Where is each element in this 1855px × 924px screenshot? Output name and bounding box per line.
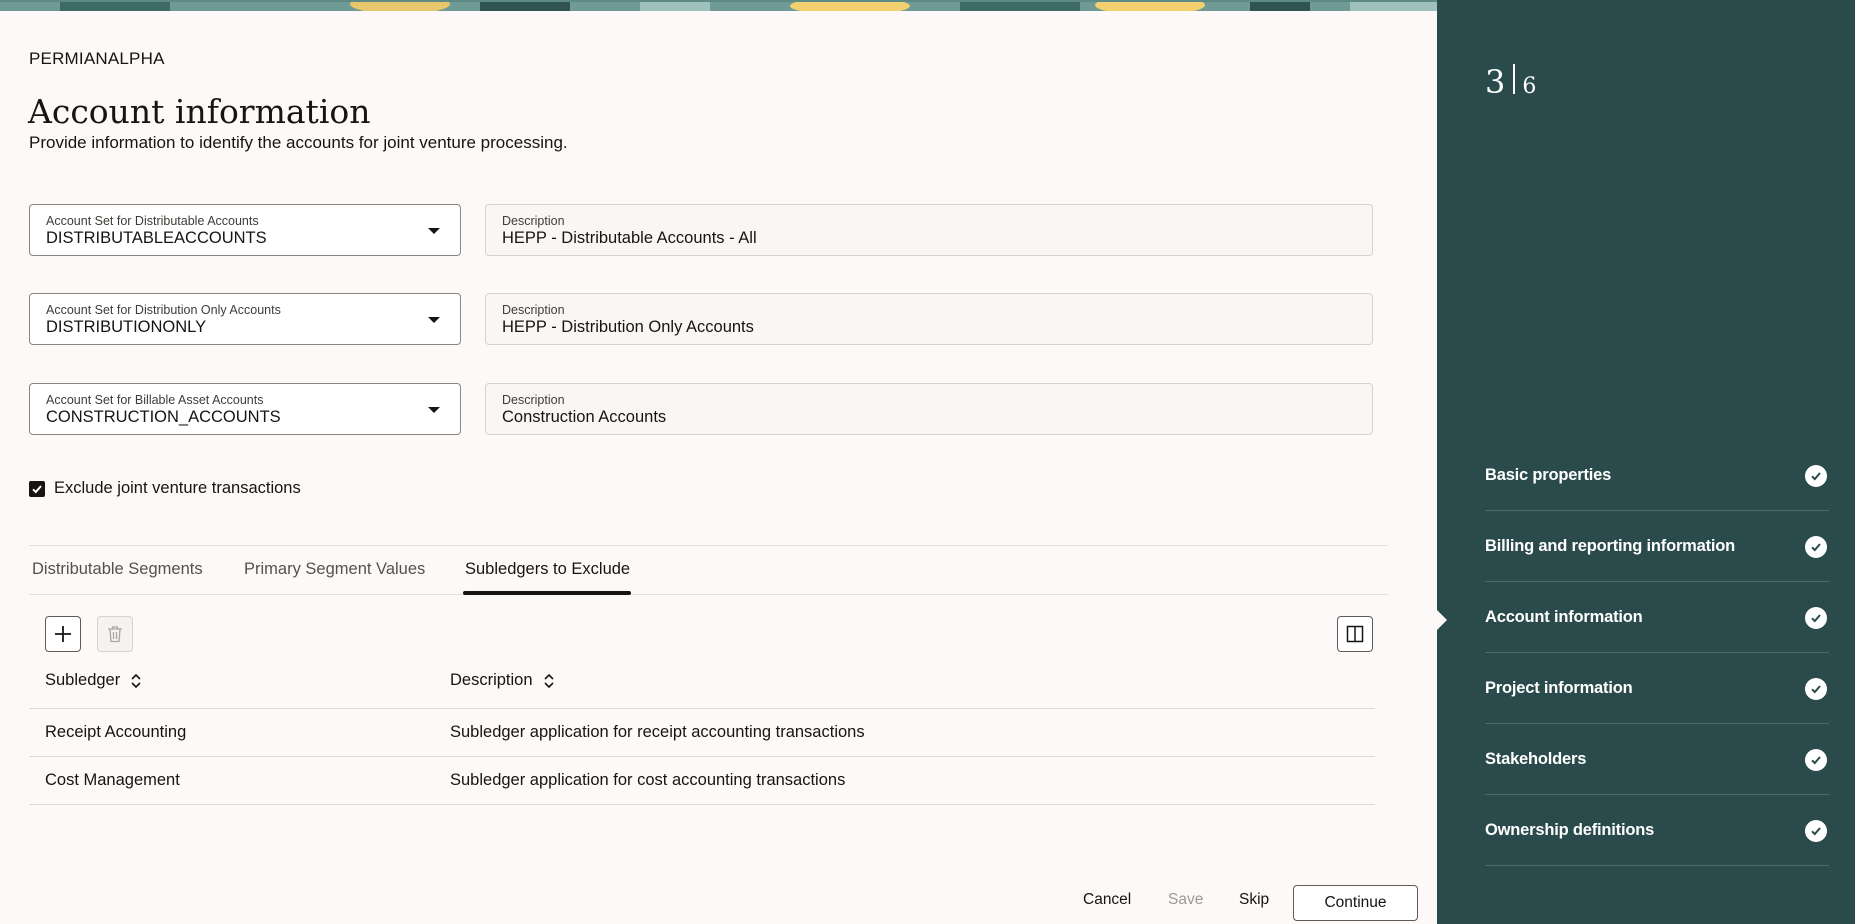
sort-icon[interactable] [130,673,142,689]
check-circle-icon [1805,820,1827,842]
check-circle-icon [1805,607,1827,629]
active-tab-indicator [463,591,631,595]
step-divider [1485,581,1829,582]
distribution-only-account-set-select[interactable]: Account Set for Distribution Only Accoun… [29,293,461,345]
decorative-banner [0,0,1437,11]
table-cell-subledger[interactable]: Cost Management [45,771,180,790]
dropdown-caret-icon[interactable] [428,317,440,323]
table-cell-description[interactable]: Subledger application for receipt accoun… [450,723,865,742]
field-value: HEPP - Distributable Accounts - All [502,229,757,247]
current-step-number: 3 [1485,63,1506,101]
column-header-subledger[interactable]: Subledger [45,671,142,690]
plus-icon [55,626,71,642]
billable-asset-description-field: Description Construction Accounts [485,383,1373,435]
sidebar-step-billing-reporting[interactable]: Billing and reporting information [1485,512,1829,582]
step-separator [1513,64,1516,94]
step-label: Billing and reporting information [1485,537,1736,555]
table-row-divider [29,756,1375,757]
delete-row-button[interactable] [97,616,133,652]
object-name: PERMIANALPHA [29,49,165,68]
step-divider [1485,794,1829,795]
tabs-divider-top [29,545,1388,546]
check-circle-icon [1805,536,1827,558]
table-header-divider [29,708,1375,709]
total-steps-number: 6 [1522,74,1537,99]
field-label: Description [502,303,565,317]
field-value: DISTRIBUTIONONLY [46,318,207,336]
table-cell-subledger[interactable]: Receipt Accounting [45,723,186,742]
step-divider [1485,865,1829,866]
field-value: Construction Accounts [502,408,667,426]
field-value: CONSTRUCTION_ACCOUNTS [46,408,281,426]
save-button[interactable]: Save [1168,891,1203,909]
distributable-description-field: Description HEPP - Distributable Account… [485,204,1373,256]
page-title: Account information [28,92,371,131]
field-label: Account Set for Billable Asset Accounts [46,393,264,407]
field-label: Description [502,214,565,228]
check-circle-icon [1805,749,1827,771]
tab-primary-segment-values[interactable]: Primary Segment Values [244,560,425,579]
step-label: Project information [1485,679,1633,697]
column-panel-icon [1346,625,1364,643]
table-cell-description[interactable]: Subledger application for cost accountin… [450,771,845,790]
field-value: HEPP - Distribution Only Accounts [502,318,754,336]
tab-distributable-segments[interactable]: Distributable Segments [32,560,203,579]
field-label: Account Set for Distribution Only Accoun… [46,303,281,317]
distribution-only-description-field: Description HEPP - Distribution Only Acc… [485,293,1373,345]
tabs-divider-bottom [29,594,1388,595]
sidebar-step-project-information[interactable]: Project information [1485,654,1829,724]
skip-button[interactable]: Skip [1239,891,1269,909]
banner-pattern [0,0,1437,11]
field-value: DISTRIBUTABLEACCOUNTS [46,229,267,247]
step-label: Ownership definitions [1485,821,1655,839]
dropdown-caret-icon[interactable] [428,228,440,234]
sort-icon[interactable] [543,673,555,689]
current-step-pointer [1437,610,1447,630]
add-row-button[interactable] [45,616,81,652]
sidebar-step-basic-properties[interactable]: Basic properties [1485,441,1829,511]
sidebar-step-ownership-definitions[interactable]: Ownership definitions [1485,796,1829,866]
checkmark-icon [32,484,42,493]
step-divider [1485,510,1829,511]
field-label: Account Set for Distributable Accounts [46,214,259,228]
step-counter: 3 6 [1485,62,1536,102]
step-label: Basic properties [1485,466,1612,484]
distributable-account-set-select[interactable]: Account Set for Distributable Accounts D… [29,204,461,256]
page-subtitle: Provide information to identify the acco… [29,133,568,152]
field-label: Description [502,393,565,407]
dropdown-caret-icon[interactable] [428,407,440,413]
step-divider [1485,723,1829,724]
column-header-label: Subledger [45,671,121,689]
step-divider [1485,652,1829,653]
column-header-label: Description [450,671,533,689]
step-label: Stakeholders [1485,750,1587,768]
trash-icon [108,626,122,643]
continue-button[interactable]: Continue [1293,885,1418,921]
exclude-jv-transactions-label: Exclude joint venture transactions [54,479,301,497]
cancel-button[interactable]: Cancel [1083,891,1131,909]
step-label: Account information [1485,608,1643,626]
column-header-description[interactable]: Description [450,671,555,690]
tab-subledgers-to-exclude[interactable]: Subledgers to Exclude [465,560,630,579]
exclude-jv-transactions-row[interactable]: Exclude joint venture transactions [29,479,301,498]
table-row-divider [29,804,1375,805]
check-circle-icon [1805,465,1827,487]
progress-sidebar: 3 6 Basic properties Billing and reporti… [1437,0,1855,924]
billable-asset-account-set-select[interactable]: Account Set for Billable Asset Accounts … [29,383,461,435]
sidebar-step-account-information[interactable]: Account information [1485,583,1829,653]
column-panel-button[interactable] [1337,616,1373,652]
exclude-jv-transactions-checkbox[interactable] [29,480,45,497]
check-circle-icon [1805,678,1827,700]
sidebar-step-stakeholders[interactable]: Stakeholders [1485,725,1829,795]
